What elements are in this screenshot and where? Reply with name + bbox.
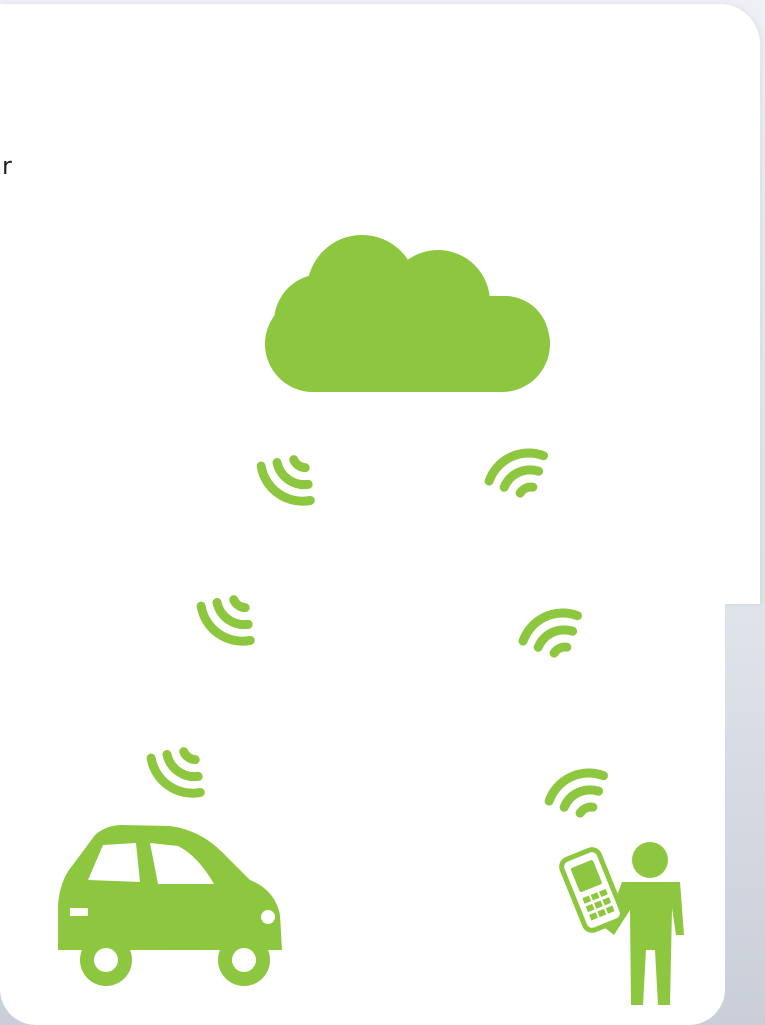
signal-wave-icon (194, 586, 264, 650)
signal-wave-icon (144, 738, 214, 802)
signal-wave-icon (518, 604, 588, 663)
person-with-phone-icon (559, 842, 684, 1005)
cloud-icon (265, 235, 550, 392)
signal-wave-icon (254, 446, 324, 510)
signal-wave-icon (544, 764, 614, 823)
signal-wave-icon (484, 444, 554, 503)
connectivity-diagram (58, 235, 684, 1005)
car-icon (58, 825, 282, 986)
